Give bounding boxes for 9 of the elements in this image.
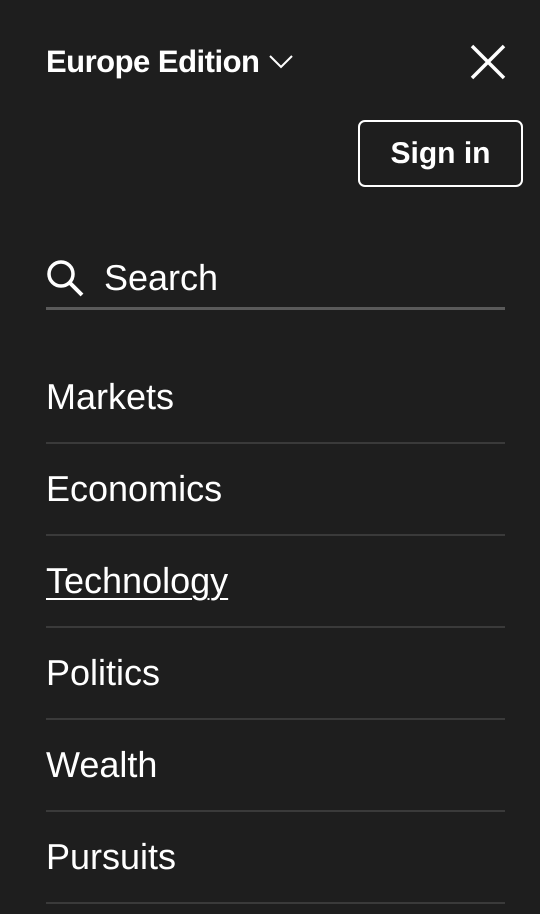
- menu-link[interactable]: Politics: [46, 652, 160, 694]
- menu-link[interactable]: Technology: [46, 560, 228, 602]
- menu-link[interactable]: Economics: [46, 468, 222, 510]
- menu-link[interactable]: Markets: [46, 376, 174, 418]
- menu-link[interactable]: Pursuits: [46, 836, 176, 878]
- sign-in-button[interactable]: Sign in: [358, 120, 523, 187]
- menu-link[interactable]: Wealth: [46, 744, 158, 786]
- search-input[interactable]: Search: [104, 257, 505, 299]
- edition-selector[interactable]: Europe Edition: [46, 44, 294, 80]
